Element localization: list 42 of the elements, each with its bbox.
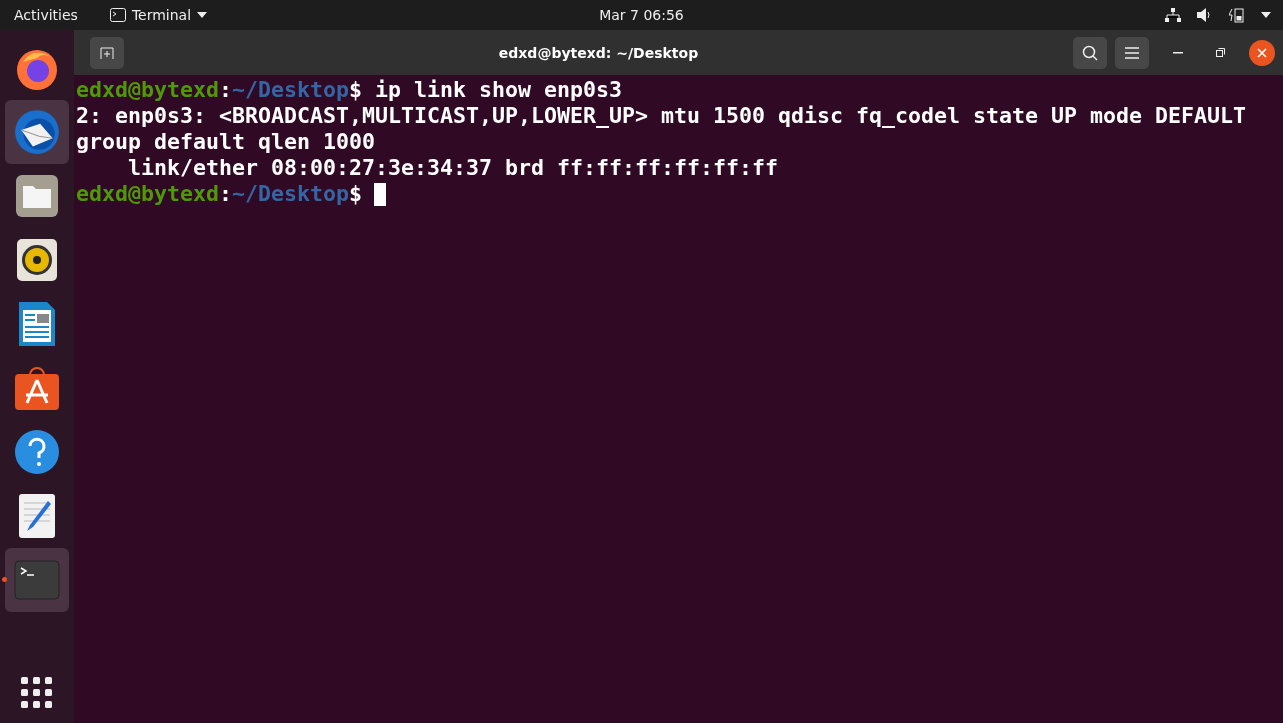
battery-icon[interactable] [1229, 7, 1245, 23]
new-tab-button[interactable] [90, 36, 124, 69]
speaker-icon [16, 238, 58, 282]
volume-icon[interactable] [1197, 8, 1213, 22]
dock-item[interactable] [5, 100, 69, 164]
output-line: 2: enp0s3: <BROADCAST,MULTICAST,UP,LOWER_UP> mtu 1500 qdisc fq_codel state UP mode DEFAULT [76, 103, 1247, 129]
prompt-path: ~/Desktop [232, 77, 350, 103]
prompt-symbol: $ [349, 181, 363, 207]
prompt-path: ~/Desktop [232, 181, 350, 207]
search-icon [1082, 44, 1098, 61]
caret-icon[interactable] [1261, 12, 1271, 18]
prompt-user: edxd@bytexd [76, 181, 219, 207]
new-tab-icon [100, 46, 114, 59]
network-icon[interactable] [1165, 8, 1181, 22]
close-icon [1257, 47, 1267, 58]
activities-button[interactable]: Activities [14, 7, 78, 23]
command-text: ip link show enp0s3 [374, 77, 623, 103]
minimize-icon [1173, 51, 1183, 54]
maximize-icon [1215, 48, 1225, 57]
app-grid-icon[interactable] [21, 677, 53, 709]
mail-icon [12, 107, 62, 157]
terminal-icon [14, 560, 60, 600]
window-title: edxd@bytexd: ~/Desktop [497, 44, 700, 61]
terminal-icon [109, 8, 126, 22]
shopping-bag-icon [14, 365, 60, 411]
close-button[interactable] [1249, 39, 1275, 66]
prompt-symbol: $ [349, 77, 363, 103]
document-icon [17, 300, 57, 348]
caret-icon [197, 12, 208, 18]
menu-button[interactable] [1115, 36, 1149, 69]
app-menu[interactable]: Terminal [131, 7, 192, 23]
prompt-separator: : [219, 181, 233, 207]
clock[interactable]: Mar 7 06:56 [599, 7, 684, 23]
folder-icon [15, 174, 59, 218]
menu-icon [1125, 46, 1139, 59]
help-icon [14, 429, 60, 475]
output-line: link/ether 08:00:27:3e:34:37 brd ff:ff:ff:ff:ff:ff [127, 155, 779, 181]
search-button[interactable] [1073, 36, 1107, 69]
prompt-separator: : [219, 77, 233, 103]
prompt-user: edxd@bytexd [76, 77, 219, 103]
output-line: group default qlen 1000 [76, 129, 375, 155]
text-editor-icon [18, 493, 56, 539]
